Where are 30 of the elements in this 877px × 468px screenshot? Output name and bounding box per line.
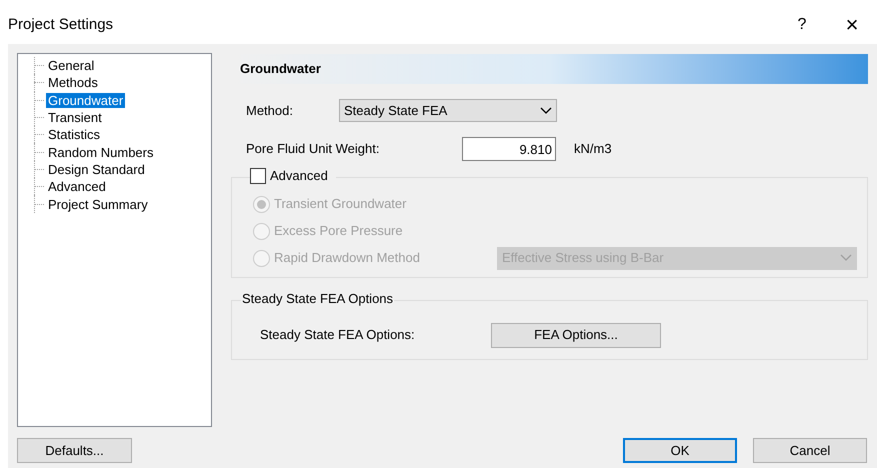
tree-item[interactable]: Random Numbers bbox=[46, 144, 156, 160]
tree-item[interactable]: Methods bbox=[46, 75, 100, 90]
radio-label: Transient Groundwater bbox=[274, 195, 408, 214]
cancel-button[interactable]: Cancel bbox=[753, 438, 867, 463]
field-label: Steady State FEA Options: bbox=[260, 326, 416, 344]
field-label: Method: bbox=[246, 102, 294, 120]
window-title: Project Settings bbox=[8, 14, 114, 35]
ok-button[interactable]: OK bbox=[623, 438, 737, 463]
field-label: Pore Fluid Unit Weight: bbox=[246, 140, 380, 158]
fea-options-button[interactable]: FEA Options... bbox=[491, 322, 661, 348]
close-button[interactable]: × bbox=[837, 14, 867, 36]
defaults-button[interactable]: Defaults... bbox=[17, 438, 132, 463]
group-title: Steady State FEA Options bbox=[241, 291, 394, 307]
radio-label: Rapid Drawdown Method bbox=[274, 249, 421, 268]
method-dropdown[interactable]: Steady State FEA bbox=[339, 99, 557, 122]
tree-item[interactable]: Statistics bbox=[46, 127, 102, 142]
tree-item[interactable]: Transient bbox=[46, 110, 104, 126]
unit-label: kN/m3 bbox=[574, 140, 612, 158]
tree-item[interactable]: General bbox=[46, 58, 96, 74]
tree-item[interactable]: Design Standard bbox=[46, 162, 147, 177]
chevron-icon bbox=[540, 106, 552, 114]
checkbox-label: Advanced bbox=[270, 167, 328, 185]
checkbox[interactable] bbox=[250, 168, 266, 184]
tree-item[interactable]: Project Summary bbox=[46, 196, 150, 212]
unit-weight-field[interactable]: 9.810 bbox=[462, 137, 556, 161]
tree-item[interactable]: Advanced bbox=[46, 179, 108, 194]
chevron-icon bbox=[840, 254, 852, 262]
help-button[interactable]: ? bbox=[787, 13, 817, 37]
tree-item[interactable]: Groundwater bbox=[46, 92, 126, 108]
radio-label: Excess Pore Pressure bbox=[274, 222, 404, 240]
